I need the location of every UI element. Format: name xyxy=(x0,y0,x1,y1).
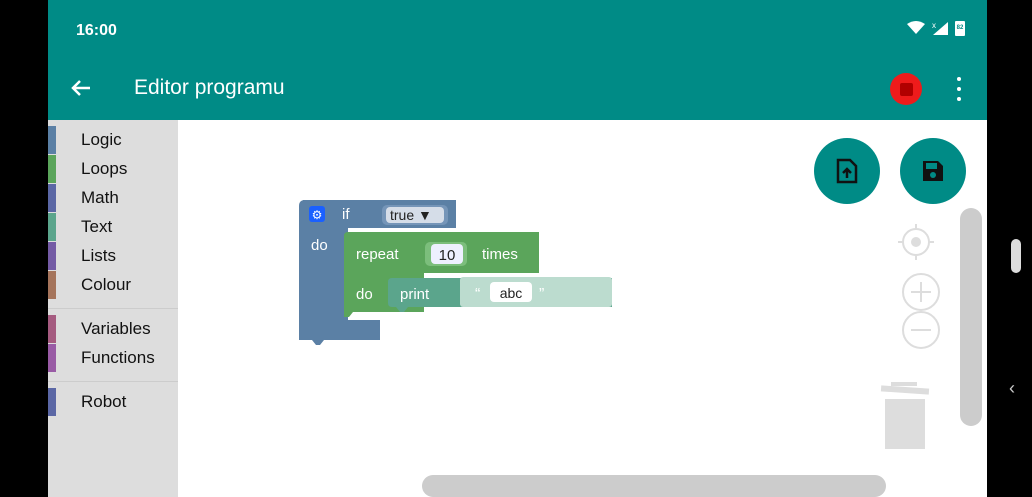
nav-handle[interactable] xyxy=(1011,239,1021,273)
toolbox-category-colour[interactable]: Colour xyxy=(48,271,178,299)
recenter-icon[interactable] xyxy=(896,222,936,262)
signal-icon: x xyxy=(932,21,948,35)
save-button[interactable] xyxy=(900,138,966,204)
save-icon xyxy=(923,161,943,181)
zoom-out-icon[interactable] xyxy=(901,310,941,350)
repeat-label: repeat xyxy=(356,246,399,263)
do-label: do xyxy=(311,237,328,254)
toolbox-separator xyxy=(48,308,178,309)
battery-icon: 82 xyxy=(955,20,965,36)
app-screen: 16:00 x 82 Editor programu Logic Loops M… xyxy=(48,0,987,497)
text-block[interactable] xyxy=(460,277,612,307)
if-label: if xyxy=(342,206,350,223)
svg-text:⚙: ⚙ xyxy=(312,208,323,222)
wifi-icon xyxy=(907,21,925,34)
toolbox-category-functions[interactable]: Functions xyxy=(48,344,178,372)
zoom-in-icon[interactable] xyxy=(901,272,941,312)
toolbox: Logic Loops Math Text Lists Colour Varia… xyxy=(48,120,178,497)
status-time: 16:00 xyxy=(76,22,117,39)
toolbox-category-logic[interactable]: Logic xyxy=(48,126,178,154)
toolbox-category-robot[interactable]: Robot xyxy=(48,388,178,416)
toolbox-category-math[interactable]: Math xyxy=(48,184,178,212)
times-label: times xyxy=(482,246,518,263)
print-label: print xyxy=(400,286,430,303)
more-vert-icon xyxy=(957,77,961,81)
overflow-menu-button[interactable] xyxy=(952,75,966,103)
app-bar: Editor programu xyxy=(48,62,987,120)
stop-button[interactable] xyxy=(890,73,922,105)
inner-do-label: do xyxy=(356,286,373,303)
trash-icon[interactable] xyxy=(879,382,933,452)
nav-gutter xyxy=(987,0,1032,497)
text-value: abc xyxy=(500,285,523,301)
toolbox-separator xyxy=(48,381,178,382)
open-quote: “ xyxy=(475,286,480,303)
status-bar: 16:00 x 82 xyxy=(48,0,987,62)
toolbox-category-loops[interactable]: Loops xyxy=(48,155,178,183)
battery-level: 82 xyxy=(956,24,964,31)
toolbox-category-variables[interactable]: Variables xyxy=(48,315,178,343)
page-title: Editor programu xyxy=(134,76,285,99)
horizontal-scrollbar[interactable] xyxy=(422,475,886,497)
toolbox-category-text[interactable]: Text xyxy=(48,213,178,241)
svg-text:x: x xyxy=(932,21,936,30)
close-quote: ” xyxy=(539,286,544,303)
toolbox-category-lists[interactable]: Lists xyxy=(48,242,178,270)
arrow-left-icon xyxy=(71,80,90,96)
chevron-left-icon[interactable]: ‹ xyxy=(1009,378,1015,399)
vertical-scrollbar[interactable] xyxy=(960,208,982,426)
back-button[interactable] xyxy=(70,74,94,102)
repeat-count-value: 10 xyxy=(439,247,456,264)
file-upload-icon xyxy=(836,158,858,184)
status-icons: x 82 xyxy=(907,20,965,36)
block-workspace[interactable]: ⚙ if true ▼ do repeat 10 times do print xyxy=(178,120,987,497)
true-dropdown-value: true ▼ xyxy=(390,207,432,223)
upload-file-button[interactable] xyxy=(814,138,880,204)
stop-icon xyxy=(899,82,913,96)
